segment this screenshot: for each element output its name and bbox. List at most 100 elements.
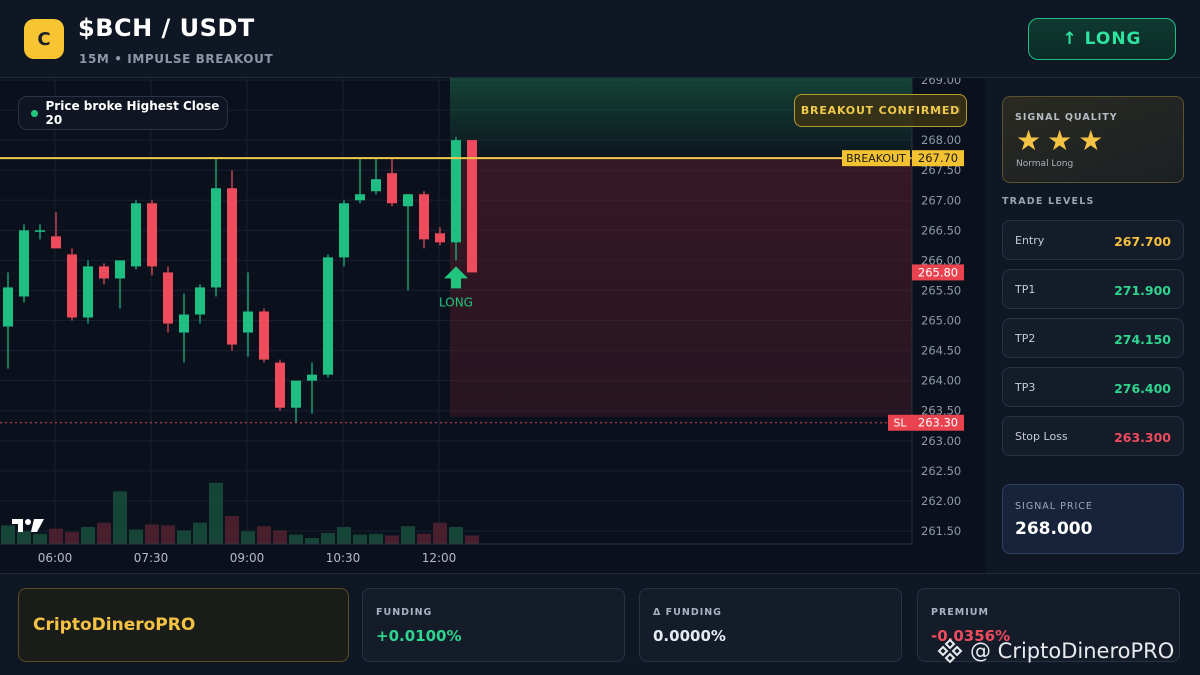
y-tick-label: 263.00 — [921, 434, 961, 448]
x-tick-label: 07:30 — [134, 551, 169, 565]
y-tick-label: 267.00 — [921, 193, 961, 207]
volume-bar — [337, 527, 351, 544]
binance-logo-icon — [937, 638, 963, 664]
trade-level-label: Entry — [1015, 234, 1045, 247]
breakout-price-label: 267.70 — [918, 151, 958, 165]
candle-body — [435, 233, 445, 243]
watermark: @ CriptoDineroPRO — [936, 636, 1196, 666]
trade-level-label: Stop Loss — [1015, 430, 1068, 443]
signal-quality-title: SIGNAL QUALITY — [1015, 112, 1118, 123]
candle-body — [419, 194, 429, 240]
trade-level-row: TP1 271.900 — [1002, 269, 1184, 309]
y-tick-label: 265.00 — [921, 314, 961, 328]
trade-levels-title: TRADE LEVELS — [1002, 196, 1095, 207]
chart-area[interactable]: 269.00268.50268.00267.50267.00266.50266.… — [0, 78, 985, 573]
candle-body — [323, 257, 333, 375]
volume-bar — [209, 482, 223, 544]
y-tick-label: 268.00 — [921, 133, 961, 147]
candle-body — [291, 380, 301, 408]
header: C $BCH / USDT 15M • IMPULSE BREAKOUT ↑ L… — [0, 0, 1200, 78]
funding-title: FUNDING — [376, 607, 433, 618]
candle-body — [371, 179, 381, 192]
star-icon: ★ — [1047, 124, 1073, 157]
volume-bar — [401, 526, 415, 544]
trade-level-value: 276.400 — [1114, 381, 1171, 396]
volume-bar — [241, 531, 255, 544]
quality-stars: ★ ★ ★ — [1016, 125, 1103, 157]
long-signal-label: LONG — [439, 295, 473, 309]
premium-title: PREMIUM — [931, 607, 989, 618]
volume-bar — [81, 527, 95, 544]
y-tick-label: 264.00 — [921, 374, 961, 388]
brand-card: CriptoDineroPRO — [18, 588, 349, 662]
volume-bar — [65, 532, 79, 544]
candle-body — [115, 260, 125, 279]
pair-title: $BCH / USDT — [78, 14, 255, 42]
candle-body — [451, 140, 461, 243]
candle-body — [259, 311, 269, 360]
signal-price-card: SIGNAL PRICE 268.000 — [1002, 484, 1184, 554]
coin-logo-icon: C — [24, 19, 64, 59]
trade-level-label: TP1 — [1015, 283, 1036, 296]
trade-level-row: Stop Loss 263.300 — [1002, 416, 1184, 456]
candlestick-chart[interactable]: 269.00268.50268.00267.50267.00266.50266.… — [0, 78, 985, 573]
volume-bar — [305, 538, 319, 544]
volume-bar — [465, 535, 479, 544]
candle-body — [403, 194, 413, 207]
candle-body — [99, 266, 109, 279]
trade-level-value: 274.150 — [1114, 332, 1171, 347]
volume-bar — [417, 533, 431, 544]
quality-subtitle: Normal Long — [1016, 159, 1074, 169]
candle-body — [355, 194, 365, 201]
trade-level-value: 263.300 — [1114, 430, 1171, 445]
candle-body — [51, 236, 61, 249]
delta-funding-card: Δ FUNDING 0.0000% — [639, 588, 902, 662]
y-tick-label: 261.50 — [921, 524, 961, 538]
y-tick-label: 266.50 — [921, 223, 961, 237]
x-tick-label: 10:30 — [326, 551, 361, 565]
candle-body — [339, 203, 349, 258]
right-panel: SIGNAL QUALITY ★ ★ ★ Normal Long TRADE LEV… — [986, 78, 1200, 573]
tradingview-logo-icon — [12, 519, 44, 532]
trade-level-value: 267.700 — [1114, 234, 1171, 249]
trade-level-value: 271.900 — [1114, 283, 1171, 298]
watermark-text: @ CriptoDineroPRO — [970, 639, 1175, 663]
volume-bar — [353, 534, 367, 544]
volume-bar — [161, 525, 175, 544]
volume-bar — [193, 522, 207, 544]
candle-body — [467, 140, 477, 273]
candle-body — [131, 203, 141, 267]
price-break-text: Price broke Highest Close 20 — [45, 99, 220, 127]
candle-body — [211, 188, 221, 288]
volume-bar — [369, 533, 383, 544]
signal-price-value: 268.000 — [1015, 519, 1093, 539]
long-direction-button[interactable]: ↑ LONG — [1028, 18, 1176, 60]
x-tick-label: 12:00 — [422, 551, 457, 565]
volume-bar — [289, 534, 303, 544]
status-dot-icon — [31, 109, 38, 117]
candle-body — [227, 188, 237, 345]
brand-name: CriptoDineroPRO — [33, 615, 196, 635]
star-icon: ★ — [1078, 124, 1104, 157]
volume-bar — [385, 535, 399, 544]
trade-level-row: Entry 267.700 — [1002, 220, 1184, 260]
candle-body — [83, 266, 93, 318]
delta-funding-value: 0.0000% — [653, 627, 726, 645]
signal-quality-card: SIGNAL QUALITY ★ ★ ★ Normal Long — [1002, 96, 1184, 183]
breakout-tag: BREAKOUT — [846, 152, 906, 165]
y-tick-label: 262.50 — [921, 464, 961, 478]
sl-tag: SL — [893, 417, 907, 430]
x-tick-label: 06:00 — [38, 551, 73, 565]
candle-body — [243, 311, 253, 333]
trade-level-row: TP3 276.400 — [1002, 367, 1184, 407]
candle-body — [275, 362, 285, 408]
funding-value: +0.0100% — [376, 627, 462, 645]
y-tick-label: 269.00 — [921, 78, 961, 87]
trade-level-label: TP2 — [1015, 332, 1036, 345]
candle-body — [35, 230, 45, 232]
candle-body — [307, 374, 317, 381]
trade-level-row: TP2 274.150 — [1002, 318, 1184, 358]
y-tick-label: 265.50 — [921, 283, 961, 297]
candle-body — [195, 287, 205, 315]
volume-bar — [449, 527, 463, 544]
